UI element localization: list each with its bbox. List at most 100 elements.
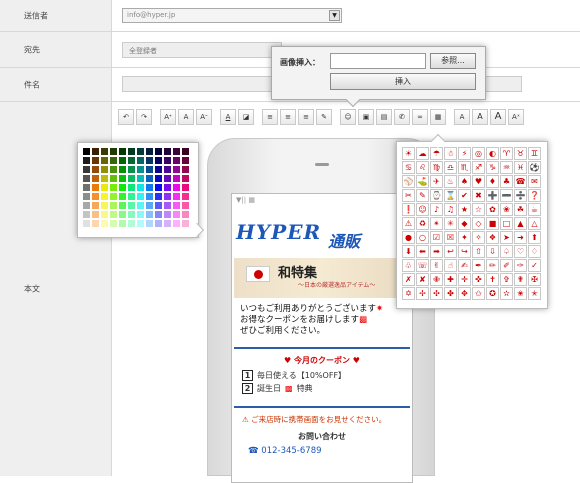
emoji-cell[interactable]: ❖ <box>486 231 499 244</box>
emoji-cell[interactable]: ✖ <box>472 189 485 202</box>
emoji-cell[interactable]: ✎ <box>416 189 429 202</box>
color-swatch[interactable] <box>145 147 154 156</box>
emoji-cell[interactable]: ✪ <box>486 287 499 300</box>
emoji-cell[interactable]: ⚡ <box>458 147 471 160</box>
color-swatch[interactable] <box>145 192 154 201</box>
emoji-icon[interactable]: ☺ <box>340 109 356 125</box>
image-icon[interactable]: ▣ <box>358 109 374 125</box>
color-swatch[interactable] <box>91 192 100 201</box>
color-swatch[interactable] <box>136 192 145 201</box>
font-reset-icon[interactable]: Aˣ <box>508 109 524 125</box>
color-swatch[interactable] <box>145 183 154 192</box>
color-swatch[interactable] <box>109 219 118 228</box>
emoji-cell[interactable]: ✡ <box>402 287 415 300</box>
emoji-cell[interactable]: ✳ <box>444 217 457 230</box>
emoji-cell[interactable]: ✢ <box>416 287 429 300</box>
color-swatch[interactable] <box>82 147 91 156</box>
emoji-cell[interactable]: ♑ <box>486 161 499 174</box>
emoji-cell[interactable]: ⌚ <box>430 189 443 202</box>
emoji-cell[interactable]: ✞ <box>500 273 513 286</box>
color-swatch[interactable] <box>136 147 145 156</box>
emoji-cell[interactable]: ✧ <box>472 231 485 244</box>
color-swatch[interactable] <box>127 174 136 183</box>
color-swatch[interactable] <box>100 192 109 201</box>
emoji-cell[interactable]: ✏ <box>486 259 499 272</box>
emoji-cell[interactable]: ❓ <box>528 189 541 202</box>
emoji-cell[interactable]: ♍ <box>430 161 443 174</box>
image-path-input[interactable] <box>330 53 426 69</box>
color-swatch[interactable] <box>127 201 136 210</box>
emoji-cell[interactable]: ✌ <box>430 259 443 272</box>
align-right-icon[interactable]: ≡ <box>298 109 314 125</box>
color-swatch[interactable] <box>118 192 127 201</box>
color-swatch[interactable] <box>172 147 181 156</box>
emoji-cell[interactable]: ♈ <box>500 147 513 160</box>
emoji-cell[interactable]: ☀ <box>402 147 415 160</box>
emoji-cell[interactable]: ☃ <box>444 147 457 160</box>
emoji-cell[interactable]: ⚽ <box>528 161 541 174</box>
emoji-cell[interactable]: ♢ <box>528 245 541 258</box>
emoji-cell[interactable]: ★ <box>458 203 471 216</box>
redo-icon[interactable]: ↷ <box>136 109 152 125</box>
emoji-cell[interactable]: ✍ <box>458 259 471 272</box>
emoji-cell[interactable]: ☏ <box>416 259 429 272</box>
emoji-cell[interactable]: ♫ <box>444 203 457 216</box>
emoji-cell[interactable]: ♏ <box>458 161 471 174</box>
emoji-cell[interactable]: ☎ <box>514 175 527 188</box>
emoji-cell[interactable]: ☘ <box>514 203 527 216</box>
font-size-up-icon[interactable]: Aᐩ <box>160 109 176 125</box>
emoji-cell[interactable]: ☒ <box>444 231 457 244</box>
color-swatch[interactable] <box>181 174 190 183</box>
color-swatch[interactable] <box>100 147 109 156</box>
color-swatch[interactable] <box>100 174 109 183</box>
color-swatch[interactable] <box>172 219 181 228</box>
emoji-cell[interactable]: ♎ <box>444 161 457 174</box>
emoji-cell[interactable]: ➤ <box>500 231 513 244</box>
insert-button[interactable]: 挿入 <box>330 73 476 90</box>
emoji-cell[interactable]: ➡ <box>430 245 443 258</box>
color-swatch[interactable] <box>91 174 100 183</box>
color-swatch[interactable] <box>109 165 118 174</box>
emoji-cell[interactable]: ♣ <box>500 175 513 188</box>
emoji-cell[interactable]: ♠ <box>458 175 471 188</box>
emoji-cell[interactable]: ♤ <box>500 245 513 258</box>
color-swatch[interactable] <box>127 192 136 201</box>
color-swatch[interactable] <box>127 210 136 219</box>
color-swatch[interactable] <box>136 165 145 174</box>
color-swatch[interactable] <box>118 147 127 156</box>
color-swatch[interactable] <box>82 156 91 165</box>
color-swatch[interactable] <box>154 174 163 183</box>
color-swatch[interactable] <box>109 147 118 156</box>
emoji-cell[interactable]: ✩ <box>472 287 485 300</box>
emoji-cell[interactable]: ✥ <box>458 287 471 300</box>
color-swatch[interactable] <box>127 156 136 165</box>
color-swatch[interactable] <box>172 165 181 174</box>
emoji-cell[interactable]: ◆ <box>458 217 471 230</box>
color-swatch[interactable] <box>82 219 91 228</box>
color-swatch[interactable] <box>172 192 181 201</box>
color-swatch[interactable] <box>127 147 136 156</box>
color-swatch[interactable] <box>145 165 154 174</box>
color-swatch[interactable] <box>136 156 145 165</box>
color-swatch[interactable] <box>127 183 136 192</box>
color-swatch[interactable] <box>118 201 127 210</box>
color-swatch[interactable] <box>154 210 163 219</box>
emoji-cell[interactable]: ⬇ <box>402 245 415 258</box>
emoji-cell[interactable]: ✗ <box>402 273 415 286</box>
color-swatch[interactable] <box>181 210 190 219</box>
color-swatch[interactable] <box>172 174 181 183</box>
emoji-cell[interactable]: ♌ <box>416 161 429 174</box>
emoji-cell[interactable]: ○ <box>416 231 429 244</box>
font-large-icon[interactable]: A <box>490 109 506 125</box>
color-swatch[interactable] <box>118 156 127 165</box>
font-medium-icon[interactable]: A <box>472 109 488 125</box>
emoji-cell[interactable]: ■ <box>486 217 499 230</box>
color-swatch[interactable] <box>91 183 100 192</box>
emoji-cell[interactable]: ➖ <box>500 189 513 202</box>
color-swatch[interactable] <box>109 201 118 210</box>
emoji-cell[interactable]: ✈ <box>430 175 443 188</box>
emoji-cell[interactable]: ♥ <box>472 175 485 188</box>
color-swatch[interactable] <box>136 183 145 192</box>
color-swatch[interactable] <box>82 174 91 183</box>
align-center-icon[interactable]: ≡ <box>280 109 296 125</box>
